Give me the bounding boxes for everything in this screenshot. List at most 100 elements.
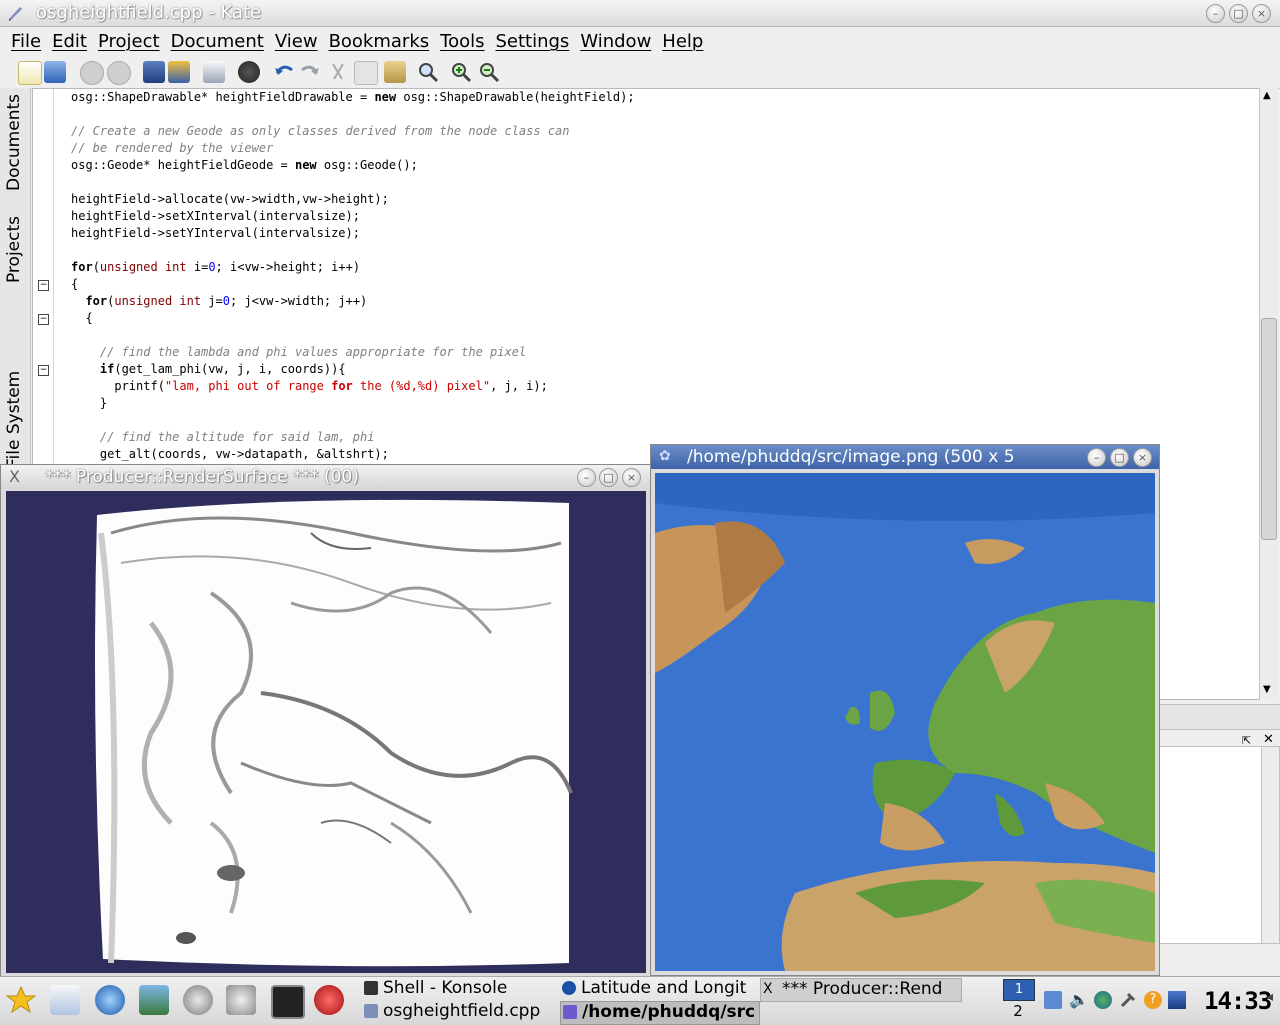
menu-window[interactable]: Window bbox=[580, 31, 651, 52]
minimize-icon[interactable]: – bbox=[1087, 448, 1106, 467]
menu-document[interactable]: Document bbox=[171, 31, 264, 52]
kate-app-icon[interactable] bbox=[6, 4, 24, 22]
task-producer[interactable]: X *** Producer::Rend bbox=[760, 978, 962, 1002]
code-line[interactable]: { bbox=[71, 277, 78, 291]
code-line[interactable]: { bbox=[71, 311, 92, 325]
tool-input-field[interactable] bbox=[1158, 704, 1280, 730]
code-line[interactable]: osg::ShapeDrawable* heightFieldDrawable … bbox=[71, 90, 635, 104]
close-document-icon[interactable] bbox=[238, 61, 260, 83]
help-icon[interactable]: ? bbox=[1144, 991, 1162, 1009]
terminal-icon[interactable] bbox=[271, 985, 305, 1019]
close-icon[interactable]: × bbox=[1252, 4, 1271, 23]
menu-tools[interactable]: Tools bbox=[440, 31, 484, 52]
producer-titlebar[interactable]: X *** Producer::RenderSurface *** (00) –… bbox=[1, 465, 651, 489]
close-icon[interactable]: × bbox=[1133, 448, 1152, 467]
menu-bookmarks[interactable]: Bookmarks bbox=[329, 31, 430, 52]
code-line[interactable]: if(get_lam_phi(vw, j, i, coords)){ bbox=[71, 362, 346, 376]
tab-documents[interactable]: Documents bbox=[4, 94, 26, 191]
code-line[interactable]: // Create a new Geode as only classes de… bbox=[71, 124, 570, 138]
panel-arrow-icon[interactable]: ◂ bbox=[1266, 989, 1273, 1005]
forward-icon[interactable] bbox=[107, 61, 131, 85]
image-app-icon[interactable] bbox=[139, 985, 169, 1015]
gnu-icon[interactable] bbox=[226, 985, 256, 1015]
maximize-icon[interactable]: □ bbox=[1110, 448, 1129, 467]
tool-view-pane: ⇱ ✕ bbox=[1158, 700, 1280, 976]
x-app-icon[interactable]: X bbox=[9, 467, 20, 486]
menu-settings[interactable]: Settings bbox=[495, 31, 569, 52]
code-line[interactable]: heightField->setXInterval(intervalsize); bbox=[71, 209, 360, 223]
k-menu-star-icon[interactable] bbox=[5, 985, 37, 1015]
zoom-out-icon[interactable] bbox=[478, 61, 500, 83]
editor-scrollbar[interactable]: ▲ ▼ bbox=[1259, 88, 1278, 698]
tab-file-system-browser[interactable]: File System Browser bbox=[4, 322, 26, 468]
power-plug-icon[interactable] bbox=[1119, 991, 1137, 1009]
close-icon[interactable]: × bbox=[622, 468, 641, 487]
image-viewer-app-icon[interactable]: ✿ bbox=[659, 448, 675, 464]
undo-icon[interactable] bbox=[273, 61, 295, 83]
redo-icon[interactable] bbox=[299, 61, 321, 83]
code-line[interactable]: for(unsigned int i=0; i<vw->height; i++) bbox=[71, 260, 360, 274]
image-canvas[interactable] bbox=[655, 473, 1155, 971]
close-pane-icon[interactable]: ✕ bbox=[1263, 732, 1274, 747]
task-latitude[interactable]: Latitude and Longit bbox=[560, 978, 758, 1000]
task-konsole[interactable]: Shell - Konsole bbox=[362, 978, 558, 1000]
copy-icon[interactable] bbox=[354, 61, 378, 85]
back-icon[interactable] bbox=[80, 61, 104, 85]
save-all-icon[interactable] bbox=[168, 61, 190, 83]
code-line[interactable]: // find the altitude for said lam, phi bbox=[71, 430, 375, 444]
code-line[interactable]: heightField->setYInterval(intervalsize); bbox=[71, 226, 360, 240]
clock[interactable]: 14:33 bbox=[1204, 987, 1272, 1015]
desktop-pager-1[interactable]: 1 bbox=[1003, 979, 1035, 1001]
maximize-icon[interactable]: □ bbox=[1229, 4, 1248, 23]
maximize-icon[interactable]: □ bbox=[599, 468, 618, 487]
tab-projects[interactable]: Projects bbox=[4, 216, 26, 283]
cut-icon[interactable] bbox=[327, 61, 349, 83]
code-line[interactable]: heightField->allocate(vw->width,vw->heig… bbox=[71, 192, 389, 206]
display-icon[interactable] bbox=[1168, 991, 1186, 1009]
paste-icon[interactable] bbox=[384, 61, 406, 83]
remote-desktop-icon[interactable] bbox=[314, 985, 344, 1015]
scroll-up-icon[interactable]: ▲ bbox=[1263, 90, 1271, 101]
fold-marker-icon[interactable]: − bbox=[38, 365, 49, 376]
scrollbar-thumb[interactable] bbox=[1261, 318, 1277, 540]
code-line[interactable]: // find the lambda and phi values approp… bbox=[71, 345, 526, 359]
code-line[interactable]: for(unsigned int j=0; j<vw->width; j++) bbox=[71, 294, 367, 308]
fold-marker-icon[interactable]: − bbox=[38, 314, 49, 325]
menu-file[interactable]: File bbox=[11, 31, 41, 52]
desktop-pager-2[interactable]: 2 bbox=[1003, 1001, 1033, 1021]
code-text[interactable]: osg::ShapeDrawable* heightFieldDrawable … bbox=[71, 89, 635, 463]
menu-edit[interactable]: Edit bbox=[52, 31, 87, 52]
menu-view[interactable]: View bbox=[275, 31, 318, 52]
code-line[interactable]: osg::Geode* heightFieldGeode = new osg::… bbox=[71, 158, 418, 172]
code-line[interactable]: get_alt(coords, vw->datapath, &altshrt); bbox=[71, 447, 389, 461]
find-icon[interactable] bbox=[417, 61, 439, 83]
save-icon[interactable] bbox=[143, 61, 165, 83]
task-image-viewer[interactable]: /home/phuddq/src bbox=[560, 1001, 760, 1025]
image-viewer-titlebar[interactable]: ✿ /home/phuddq/src/image.png (500 x 5 – … bbox=[651, 445, 1159, 469]
network-icon[interactable] bbox=[1094, 991, 1112, 1009]
code-line[interactable]: printf("lam, phi out of range for the (%… bbox=[71, 379, 548, 393]
new-file-icon[interactable] bbox=[18, 61, 42, 85]
tool-output-area bbox=[1158, 746, 1262, 944]
task-kate[interactable]: osgheightfield.cpp bbox=[362, 1001, 558, 1023]
volume-icon[interactable]: 🔈 bbox=[1069, 991, 1089, 1009]
open-file-icon[interactable] bbox=[44, 61, 66, 83]
menubar: File Edit Project Document View Bookmarks Tool… bbox=[0, 28, 1280, 56]
editor-pen-icon[interactable] bbox=[183, 985, 213, 1015]
code-line[interactable]: // be rendered by the viewer bbox=[71, 141, 273, 155]
minimize-icon[interactable]: – bbox=[1206, 4, 1225, 23]
kate-titlebar[interactable]: osgheightfield.cpp - Kate – □ × bbox=[0, 0, 1280, 27]
email-client-icon[interactable] bbox=[50, 985, 80, 1015]
tool-scrollbar[interactable] bbox=[1261, 746, 1280, 944]
fold-marker-icon[interactable]: − bbox=[38, 280, 49, 291]
print-icon[interactable] bbox=[203, 61, 225, 83]
render-surface[interactable] bbox=[6, 491, 646, 973]
zoom-in-icon[interactable] bbox=[450, 61, 472, 83]
web-browser-icon[interactable] bbox=[95, 985, 125, 1015]
menu-project[interactable]: Project bbox=[98, 31, 160, 52]
scroll-down-icon[interactable]: ▼ bbox=[1263, 684, 1271, 695]
menu-help[interactable]: Help bbox=[662, 31, 703, 52]
klipper-icon[interactable] bbox=[1044, 991, 1062, 1009]
code-line[interactable]: } bbox=[71, 396, 107, 410]
minimize-icon[interactable]: – bbox=[577, 468, 596, 487]
